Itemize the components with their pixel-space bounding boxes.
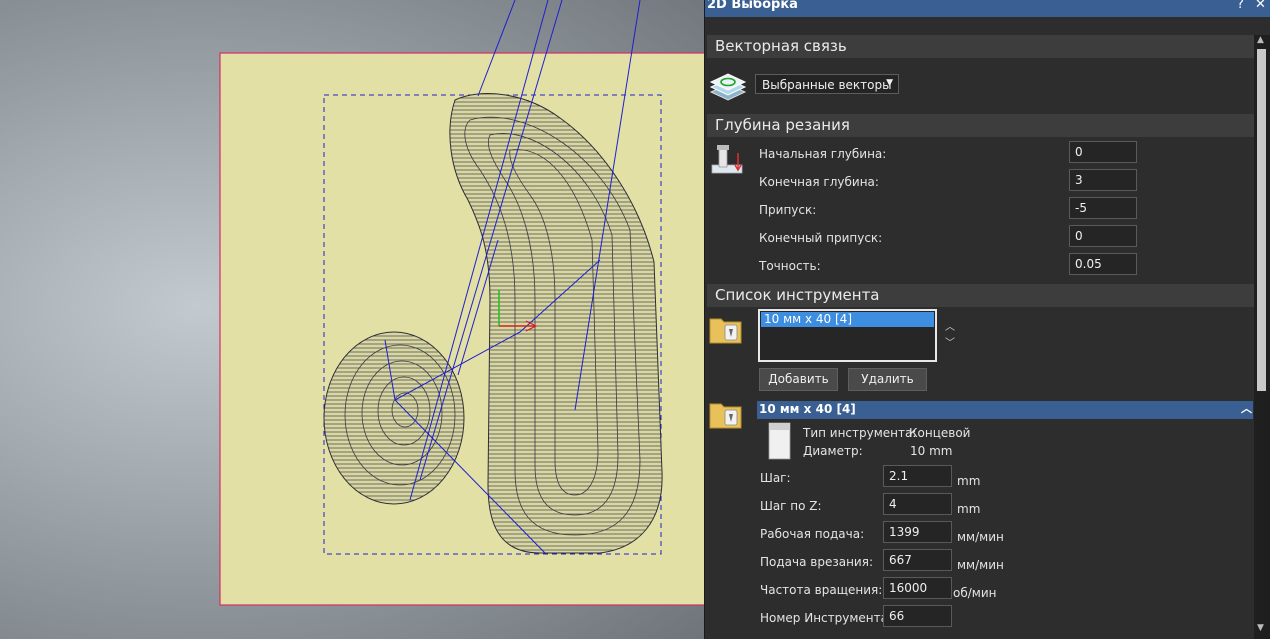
end-depth-label: Конечная глубина:	[759, 175, 879, 189]
section-cut-depth: Глубина резания	[707, 114, 1254, 137]
accuracy-input[interactable]: 0.05	[1069, 253, 1137, 275]
step-label: Шаг:	[760, 471, 791, 485]
panel-title: 2D Выборка	[707, 0, 798, 12]
remove-tool-button[interactable]: Удалить	[848, 368, 927, 391]
help-icon[interactable]: ?	[1237, 0, 1244, 12]
tool-folder-icon	[709, 313, 743, 350]
move-down-icon[interactable]: ﹀	[945, 334, 955, 349]
vector-selection-dropdown[interactable]: Выбранные векторы ▼	[755, 74, 899, 94]
tool-type-value: Концевой	[909, 426, 971, 440]
chevron-down-icon: ▼	[886, 78, 893, 88]
zstep-unit: mm	[957, 502, 981, 516]
section-tool-list: Список инструмента	[707, 284, 1254, 307]
final-allowance-label: Конечный припуск:	[759, 231, 883, 245]
toolpath-panel: 2D Выборка ? ✕ Векторная связь Выбранные…	[704, 0, 1270, 639]
tool-list-box[interactable]: 10 мм x 40 [4]	[758, 309, 937, 362]
step-unit: mm	[957, 474, 981, 488]
plunge-input[interactable]: 667	[883, 549, 952, 571]
spindle-speed-input[interactable]: 16000	[883, 577, 952, 599]
end-depth-input[interactable]: 3	[1069, 169, 1137, 191]
move-up-icon[interactable]: ︿	[945, 318, 955, 333]
allowance-input[interactable]: -5	[1069, 197, 1137, 219]
zstep-label: Шаг по Z:	[760, 499, 822, 513]
vector-selection-icon	[709, 72, 747, 109]
tool-diameter-value: 10 mm	[910, 444, 953, 458]
spindle-speed-unit: об/мин	[953, 586, 997, 600]
tool-detail-folder-icon	[709, 398, 743, 435]
feed-input[interactable]: 1399	[883, 521, 952, 543]
add-tool-button[interactable]: Добавить	[759, 368, 838, 391]
step-input[interactable]: 2.1	[883, 465, 952, 487]
tool-diameter-label: Диаметр:	[803, 444, 863, 458]
viewport[interactable]	[0, 0, 704, 639]
plunge-unit: мм/мин	[957, 558, 1004, 572]
close-icon[interactable]: ✕	[1255, 0, 1266, 12]
viewport-canvas[interactable]	[0, 0, 704, 639]
tool-detail-header[interactable]: 10 мм x 40 [4] ︿	[757, 401, 1253, 419]
feed-unit: мм/мин	[957, 530, 1004, 544]
tool-number-label: Номер Инструмента:	[760, 611, 893, 625]
scroll-up-icon[interactable]: ▲	[1257, 35, 1264, 45]
panel-title-bar: 2D Выборка ? ✕	[705, 0, 1270, 17]
section-vector-link: Векторная связь	[707, 35, 1254, 58]
tool-list-item[interactable]: 10 мм x 40 [4]	[761, 312, 934, 327]
allowance-label: Припуск:	[759, 203, 817, 217]
zstep-input[interactable]: 4	[883, 493, 952, 515]
tool-number-input[interactable]: 66	[883, 605, 952, 627]
scroll-down-icon[interactable]: ▼	[1257, 623, 1264, 633]
start-depth-label: Начальная глубина:	[759, 147, 887, 161]
feed-label: Рабочая подача:	[760, 527, 865, 541]
spindle-speed-label: Частота вращения:	[760, 583, 883, 597]
start-depth-input[interactable]: 0	[1069, 141, 1137, 163]
collapse-icon[interactable]: ︿	[1241, 400, 1252, 416]
tool-type-label: Тип инструмента:	[803, 426, 917, 440]
cut-depth-icon	[711, 143, 745, 178]
panel-scrollbar[interactable]: ▲ ▼	[1254, 35, 1270, 639]
tool-shape-icon	[768, 422, 792, 463]
accuracy-label: Точность:	[759, 259, 821, 273]
plunge-label: Подача врезания:	[760, 555, 873, 569]
scrollbar-thumb[interactable]	[1257, 49, 1266, 391]
final-allowance-input[interactable]: 0	[1069, 225, 1137, 247]
